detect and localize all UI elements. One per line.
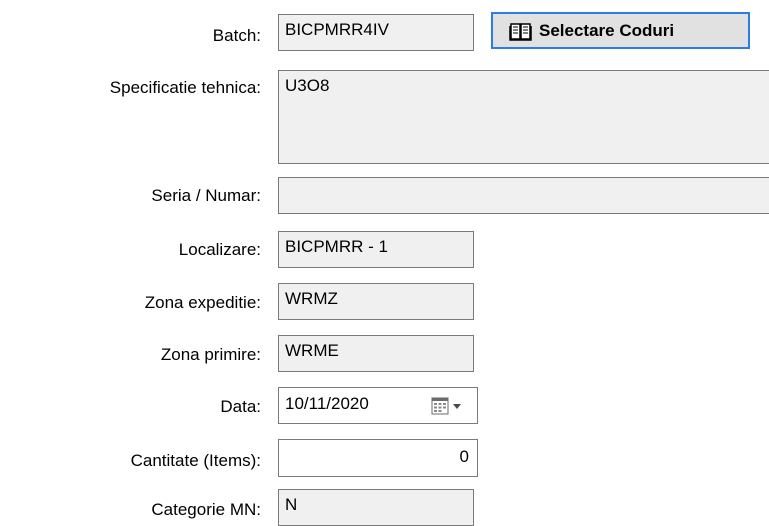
select-codes-button[interactable]: Selectare Coduri (491, 12, 750, 49)
cantitate-field[interactable]: 0 (278, 439, 478, 477)
date-value: 10/11/2020 (285, 394, 369, 413)
localizare-field[interactable]: BICPMRR - 1 (278, 231, 474, 268)
localizare-label: Localizare: (178, 240, 261, 259)
zona-primire-field[interactable]: WRME (278, 335, 474, 372)
categorie-field[interactable]: N (278, 489, 474, 526)
book-icon (509, 22, 532, 41)
zona-primire-label: Zona primire: (160, 345, 261, 364)
chevron-down-icon (453, 404, 461, 409)
seria-field[interactable] (278, 177, 769, 214)
specificatie-label: Specificatie tehnica: (109, 78, 261, 97)
seria-label: Seria / Numar: (151, 186, 261, 205)
zona-expeditie-label: Zona expeditie: (144, 293, 261, 312)
calendar-icon[interactable] (431, 396, 467, 416)
batch-label: Batch: (212, 26, 261, 45)
specificatie-field[interactable]: U3O8 (278, 70, 769, 164)
categorie-label: Categorie MN: (151, 500, 261, 519)
date-picker[interactable]: 10/11/2020 (278, 387, 478, 424)
cantitate-label: Cantitate (Items): (130, 451, 261, 470)
data-label: Data: (220, 397, 261, 416)
zona-expeditie-field[interactable]: WRMZ (278, 283, 474, 320)
batch-field[interactable]: BICPMRR4IV (278, 14, 474, 51)
select-codes-button-label: Selectare Coduri (539, 20, 675, 40)
